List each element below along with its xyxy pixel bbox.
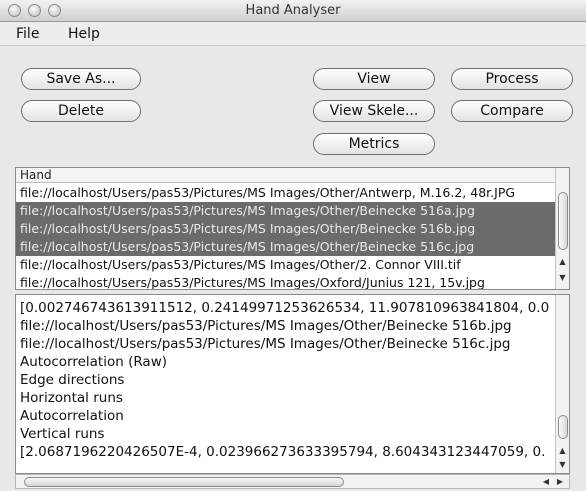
output-line: file://localhost/Users/pas53/Pictures/MS… xyxy=(20,318,512,334)
output-line: Horizontal runs xyxy=(20,390,123,406)
output-line: Vertical runs xyxy=(20,426,105,442)
list-item[interactable]: file://localhost/Users/pas53/Pictures/MS… xyxy=(16,238,556,256)
delete-button[interactable]: Delete xyxy=(21,100,141,122)
scroll-left-icon[interactable]: ◀ xyxy=(540,475,552,488)
list-header[interactable]: Hand xyxy=(16,168,556,183)
scroll-right-icon[interactable]: ▶ xyxy=(554,475,566,488)
scroll-thumb[interactable] xyxy=(558,192,568,250)
output-vertical-scrollbar[interactable]: ▲ ▼ xyxy=(555,295,569,473)
output-line: Edge directions xyxy=(20,372,125,388)
scroll-thumb[interactable] xyxy=(24,477,344,487)
scroll-down-icon[interactable]: ▼ xyxy=(556,459,569,471)
hand-file-list[interactable]: Hand file://localhost/Users/pas53/Pictur… xyxy=(15,167,570,290)
view-skeleton-button[interactable]: View Skele... xyxy=(313,100,435,122)
list-item[interactable]: file://localhost/Users/pas53/Pictures/MS… xyxy=(16,202,556,220)
menu-help[interactable]: Help xyxy=(68,26,100,42)
output-horizontal-scrollbar[interactable]: ◀ ▶ xyxy=(15,474,570,489)
compare-button[interactable]: Compare xyxy=(451,100,573,122)
view-button[interactable]: View xyxy=(313,68,435,90)
save-as-button[interactable]: Save As... xyxy=(21,68,141,90)
process-button[interactable]: Process xyxy=(451,68,573,90)
output-line: [2.0687196220426507E-4, 0.02396627363339… xyxy=(20,444,546,460)
output-line: Autocorrelation (Raw) xyxy=(20,354,168,370)
title-bar: Hand Analyser xyxy=(0,0,586,22)
scroll-up-icon[interactable]: ▲ xyxy=(556,445,569,457)
scroll-down-icon[interactable]: ▼ xyxy=(556,272,569,284)
results-text-area[interactable]: [0.002746743613911512, 0.241499712536265… xyxy=(15,294,570,474)
output-line: Autocorrelation xyxy=(20,408,124,424)
menu-bar: File Help xyxy=(0,22,586,46)
menu-file[interactable]: File xyxy=(16,26,39,42)
list-item[interactable]: file://localhost/Users/pas53/Pictures/MS… xyxy=(16,256,556,274)
list-item[interactable]: file://localhost/Users/pas53/Pictures/MS… xyxy=(16,274,556,289)
list-vertical-scrollbar[interactable]: ▲ ▼ xyxy=(555,168,569,289)
list-item[interactable]: file://localhost/Users/pas53/Pictures/MS… xyxy=(16,184,556,202)
output-line: [0.002746743613911512, 0.241499712536265… xyxy=(20,300,550,316)
scroll-up-icon[interactable]: ▲ xyxy=(556,256,569,268)
scroll-thumb[interactable] xyxy=(558,415,568,439)
window-title: Hand Analyser xyxy=(245,3,341,18)
metrics-button[interactable]: Metrics xyxy=(313,133,435,155)
output-line: file://localhost/Users/pas53/Pictures/MS… xyxy=(20,336,511,352)
list-item[interactable]: file://localhost/Users/pas53/Pictures/MS… xyxy=(16,220,556,238)
